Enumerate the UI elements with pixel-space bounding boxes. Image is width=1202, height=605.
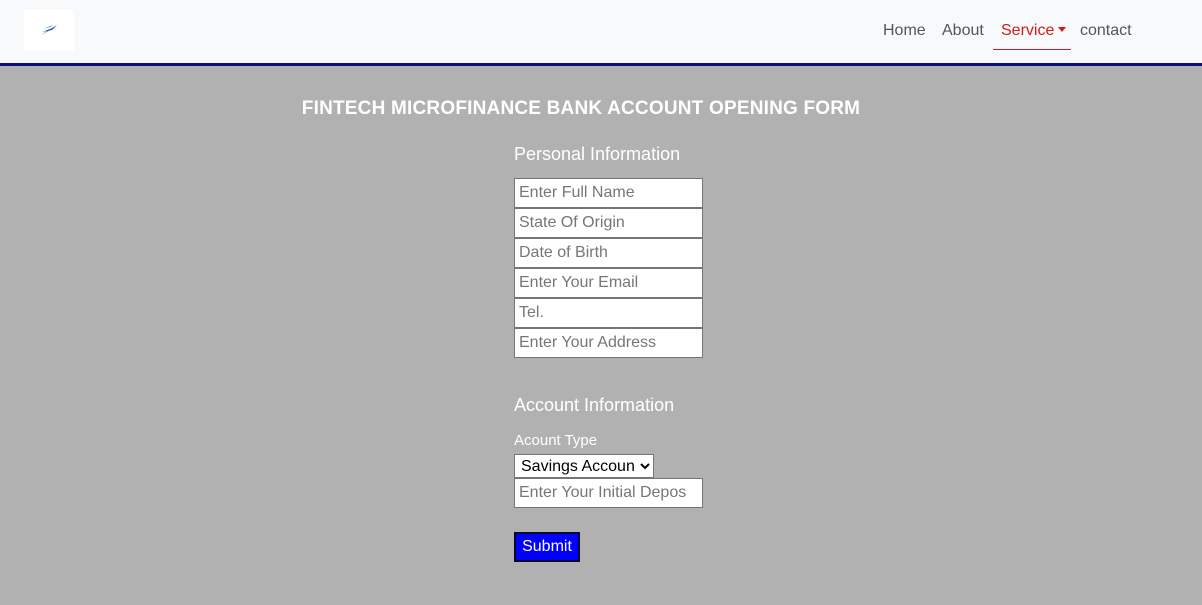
tel-input[interactable]	[514, 298, 703, 328]
full-name-input[interactable]	[514, 178, 703, 208]
active-nav-underline	[993, 49, 1071, 50]
email-input[interactable]	[514, 268, 703, 298]
state-of-origin-input[interactable]	[514, 208, 703, 238]
nav-about[interactable]: About	[942, 20, 984, 42]
nav-service-label: Service	[1001, 22, 1055, 39]
nav-contact[interactable]: contact	[1080, 20, 1132, 42]
caret-down-icon	[1058, 27, 1067, 32]
logo-icon	[41, 25, 57, 35]
logo[interactable]	[24, 10, 74, 51]
submit-button[interactable]: Submit	[514, 532, 580, 562]
initial-deposit-input[interactable]	[514, 478, 703, 508]
navbar: Home About Service contact	[0, 0, 1202, 66]
form-title: FINTECH MICROFINANCE BANK ACCOUNT OPENIN…	[301, 98, 861, 119]
account-type-label: Acount Type	[514, 432, 598, 449]
personal-info-heading: Personal Information	[514, 144, 681, 164]
address-input[interactable]	[514, 328, 703, 358]
date-of-birth-input[interactable]	[514, 238, 703, 268]
nav-home[interactable]: Home	[883, 20, 926, 42]
account-type-select[interactable]: Savings Account	[514, 454, 654, 478]
nav-service-dropdown[interactable]: Service	[1001, 20, 1067, 42]
account-info-heading: Account Information	[514, 395, 675, 415]
